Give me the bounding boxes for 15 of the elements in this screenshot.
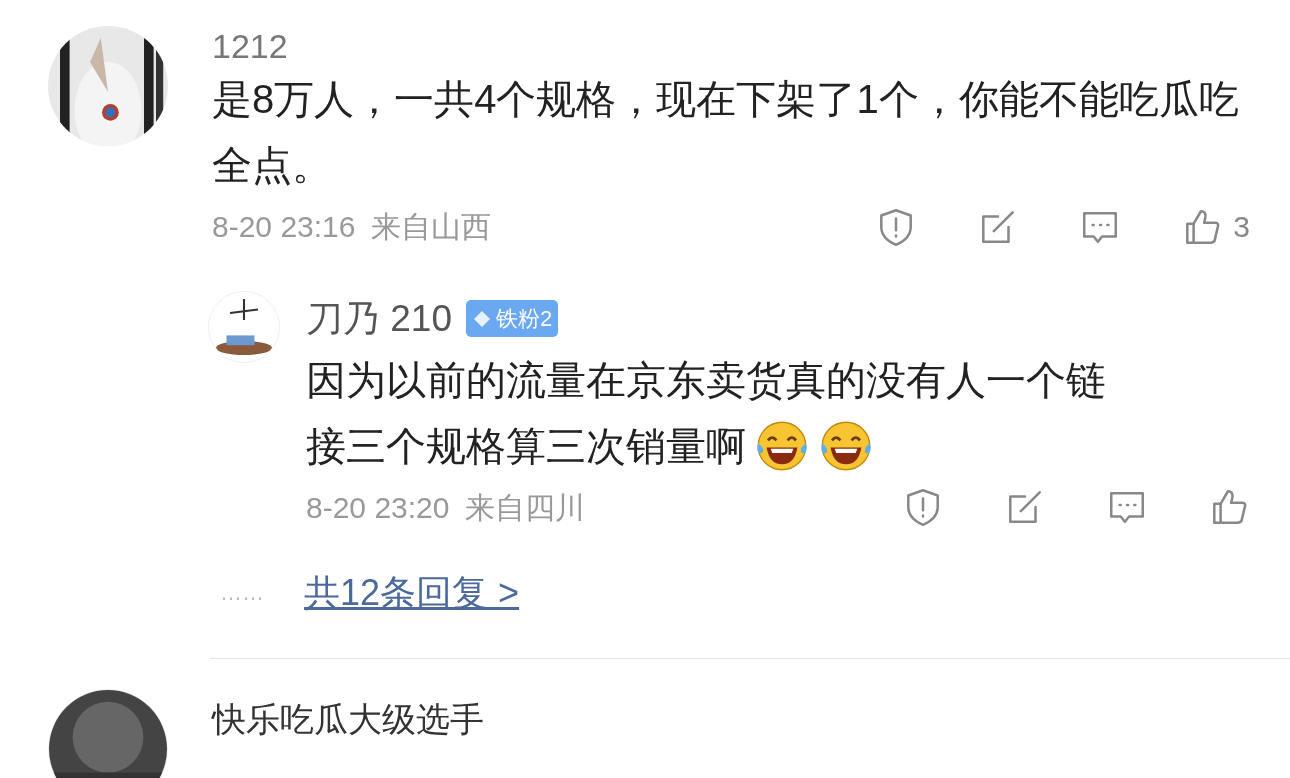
comment-text: 是8万人，一共4个规格，现在下架了1个，你能不能吃瓜吃全点。 — [212, 76, 1240, 189]
username: 快乐吃瓜大级选手 — [212, 698, 484, 740]
like-count: 3 — [1233, 209, 1250, 245]
reply-text: 因为以前的流量在京东卖货真的没有人一个链 — [306, 356, 1106, 404]
username: 1212 — [212, 26, 289, 66]
reply-text: 接三个规格算三次销量啊 — [306, 422, 746, 470]
dots-separator: …… — [220, 579, 264, 607]
timestamp: 8-20 23:16 — [212, 209, 356, 245]
timestamp: 8-20 23:20 — [306, 489, 450, 526]
fan-badge: 铁粉2 — [466, 300, 559, 338]
view-replies-link[interactable]: 共12条回复 > — [304, 565, 520, 620]
location: 来自山西 — [371, 209, 492, 245]
location: 来自四川 — [465, 489, 586, 526]
username: 刀乃 210 — [306, 297, 452, 341]
diamond-icon — [472, 308, 492, 329]
